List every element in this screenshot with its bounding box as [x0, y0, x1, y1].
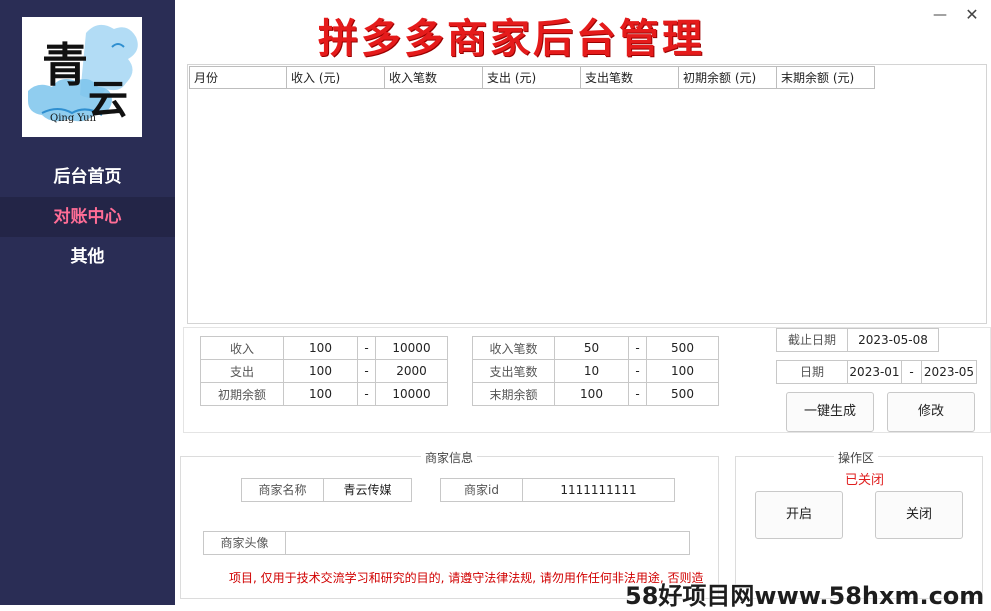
column-header-income-count[interactable]: 收入笔数	[385, 66, 483, 89]
merchant-name-field: 商家名称 青云传媒	[241, 478, 412, 502]
reconciliation-grid[interactable]: 月份 收入 (元) 收入笔数 支出 (元) 支出笔数 初期余额 (元) 末期余额…	[187, 64, 987, 324]
param-label: 收入	[200, 336, 284, 360]
param-row-expense-count: 支出笔数 10 - 100	[472, 359, 719, 383]
param-label: 收入笔数	[472, 336, 555, 360]
sidebar-item-home[interactable]: 后台首页	[0, 157, 175, 197]
merchant-name-input[interactable]: 青云传媒	[324, 479, 411, 501]
close-button[interactable]: 关闭	[875, 491, 963, 539]
merchant-avatar-label: 商家头像	[204, 532, 286, 554]
merchant-avatar-input[interactable]	[286, 532, 689, 554]
cutoff-date-input[interactable]: 2023-05-08	[848, 329, 938, 351]
merchant-info-title: 商家信息	[421, 449, 478, 466]
column-header-opening-balance[interactable]: 初期余额 (元)	[679, 66, 777, 89]
status-text: 已关闭	[845, 473, 885, 488]
column-header-income[interactable]: 收入 (元)	[287, 66, 385, 89]
param-max-input[interactable]: 100	[646, 359, 719, 383]
param-max-input[interactable]: 10000	[375, 382, 448, 406]
param-label: 末期余额	[472, 382, 555, 406]
app-title: 拼多多商家后台管理	[318, 16, 705, 62]
site-watermark: 58好项目网www.58hxm.com	[625, 582, 985, 610]
logo-caption: Qing Yun	[50, 113, 97, 124]
cutoff-date-field: 截止日期 2023-05-08	[776, 328, 939, 352]
param-max-input[interactable]: 500	[646, 382, 719, 406]
param-row-income: 收入 100 - 10000	[200, 336, 448, 360]
param-min-input[interactable]: 50	[554, 336, 629, 360]
param-separator: -	[628, 382, 647, 406]
param-min-input[interactable]: 100	[554, 382, 629, 406]
column-header-expense[interactable]: 支出 (元)	[483, 66, 581, 89]
date-range-label: 日期	[777, 361, 848, 383]
param-min-input[interactable]: 100	[283, 336, 358, 360]
operation-group-title: 操作区	[834, 449, 879, 466]
merchant-name-label: 商家名称	[242, 479, 324, 501]
param-min-input[interactable]: 100	[283, 382, 358, 406]
param-min-input[interactable]: 10	[554, 359, 629, 383]
param-separator: -	[357, 336, 376, 360]
close-window-icon[interactable]: ✕	[962, 5, 982, 25]
merchant-id-input[interactable]: 1111111111	[523, 479, 674, 501]
params-table-left: 收入 100 - 10000 支出 100 - 2000 初期余额 100 - …	[200, 336, 448, 406]
param-label: 初期余额	[200, 382, 284, 406]
param-row-income-count: 收入笔数 50 - 500	[472, 336, 719, 360]
param-separator: -	[628, 359, 647, 383]
param-min-input[interactable]: 100	[283, 359, 358, 383]
param-label: 支出	[200, 359, 284, 383]
column-header-expense-count[interactable]: 支出笔数	[581, 66, 679, 89]
param-separator: -	[628, 336, 647, 360]
date-end-input[interactable]: 2023-05	[922, 361, 976, 383]
merchant-id-label: 商家id	[441, 479, 523, 501]
grid-header: 月份 收入 (元) 收入笔数 支出 (元) 支出笔数 初期余额 (元) 末期余额…	[189, 66, 875, 89]
open-button[interactable]: 开启	[755, 491, 843, 539]
column-header-month[interactable]: 月份	[189, 66, 287, 89]
cutoff-date-label: 截止日期	[777, 329, 848, 351]
generate-button[interactable]: 一键生成	[786, 392, 874, 432]
merchant-id-field: 商家id 1111111111	[440, 478, 675, 502]
param-row-expense: 支出 100 - 2000	[200, 359, 448, 383]
param-max-input[interactable]: 10000	[375, 336, 448, 360]
qingyun-logo: 青 云 Qing Yun	[22, 17, 142, 137]
column-header-closing-balance[interactable]: 末期余额 (元)	[777, 66, 875, 89]
minimize-icon[interactable]: —	[930, 5, 950, 25]
param-separator: -	[357, 382, 376, 406]
date-range-field: 日期 2023-01 - 2023-05	[776, 360, 977, 384]
merchant-avatar-field: 商家头像	[203, 531, 690, 555]
param-max-input[interactable]: 500	[646, 336, 719, 360]
param-row-opening-balance: 初期余额 100 - 10000	[200, 382, 448, 406]
date-start-input[interactable]: 2023-01	[848, 361, 902, 383]
param-row-closing-balance: 末期余额 100 - 500	[472, 382, 719, 406]
sidebar-item-reconciliation[interactable]: 对账中心	[0, 197, 175, 237]
param-label: 支出笔数	[472, 359, 555, 383]
modify-button[interactable]: 修改	[887, 392, 975, 432]
params-table-right: 收入笔数 50 - 500 支出笔数 10 - 100 末期余额 100 - 5…	[472, 336, 719, 406]
date-range-separator: -	[902, 361, 922, 383]
sidebar-item-other[interactable]: 其他	[0, 237, 175, 277]
param-max-input[interactable]: 2000	[375, 359, 448, 383]
sidebar: 青 云 Qing Yun 后台首页 对账中心 其他	[0, 0, 175, 605]
logo-char-qing: 青	[42, 38, 88, 92]
param-separator: -	[357, 359, 376, 383]
